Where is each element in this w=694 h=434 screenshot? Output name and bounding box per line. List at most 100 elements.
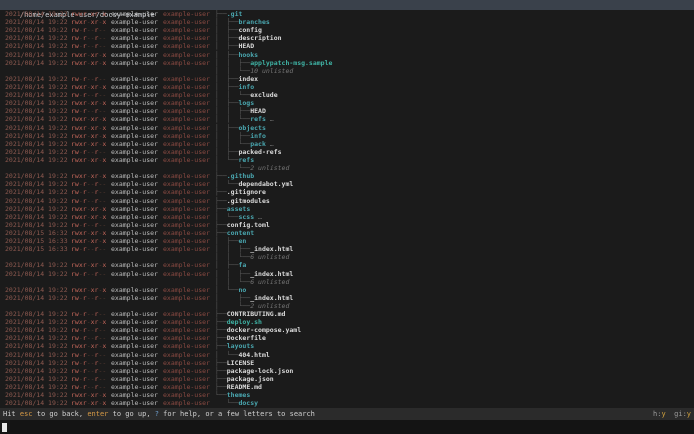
row-tree: │ │ └──exclude — [215, 91, 694, 99]
tree-row[interactable]: │ └──2 unlisted — [0, 302, 694, 310]
tree-row[interactable]: 2021/08/14 19:22 rwxr-xr-x example-user exa… — [0, 399, 694, 407]
row-group: example-user — [163, 18, 210, 27]
tree-row[interactable]: │ └──2 unlisted — [0, 164, 694, 172]
entry-name: pack — [250, 139, 266, 148]
row-group — [163, 67, 215, 75]
mode-flags: h:y gi:y — [653, 408, 691, 420]
tree-branch-lines: │ └── — [215, 212, 239, 221]
row-perms: rwxr-xr-x — [71, 399, 107, 408]
tree-row[interactable]: 2021/08/14 19:22 rwxr-xr-x example-user exa… — [0, 391, 694, 399]
row-datetime: 2021/08/14 19:22 — [5, 82, 68, 91]
row-perms: rw-r--r-- — [71, 358, 107, 367]
tree-row[interactable]: 2021/08/14 19:22 rw-r--r-- example-user exa… — [0, 188, 694, 196]
row-datetime: 2021/08/14 19:22 — [5, 220, 68, 229]
row-tree: │ ├──_index.html — [215, 294, 694, 302]
entry-name: .gitmodules — [226, 196, 270, 205]
tree-row[interactable]: 2021/08/14 19:22 rwxr-xr-x example-user exa… — [0, 286, 694, 294]
entry-name: hooks — [238, 50, 259, 59]
row-datetime: 2021/08/14 19:22 — [5, 26, 68, 35]
row-owner: example-user — [111, 204, 158, 213]
tree-row[interactable]: 2021/08/14 19:22 rw-r--r-- example-user exa… — [0, 375, 694, 383]
tree-row[interactable]: 2021/08/15 16:32 rwxr-xr-x example-user exa… — [0, 229, 694, 237]
hint-text: to go back, — [32, 410, 88, 418]
row-group: example-user — [163, 383, 210, 392]
row-group: example-user — [163, 310, 210, 319]
tree-row[interactable]: 2021/08/14 19:22 rwxr-xr-x example-user exa… — [0, 318, 694, 326]
tree-row[interactable]: │ │ └──6 unlisted — [0, 253, 694, 261]
tree-row[interactable]: 2021/08/14 19:22 rw-r--r-- example-user exa… — [0, 180, 694, 188]
row-owner: example-user — [111, 366, 158, 375]
tree-row[interactable]: 2021/08/14 19:22 rwxr-xr-x example-user exa… — [0, 156, 694, 164]
tree-branch-lines: │ ├── — [215, 237, 239, 246]
row-perms: rwxr-xr-x — [71, 285, 107, 294]
row-group: example-user — [163, 261, 210, 270]
entry-name: LICENSE — [226, 358, 255, 367]
tree-branch-lines: │ ├── — [215, 42, 239, 51]
tree-row[interactable]: 2021/08/14 19:22 rw-r--r-- example-user exa… — [0, 334, 694, 342]
tree-row[interactable]: 2021/08/14 19:22 rw-r--r-- example-user exa… — [0, 310, 694, 318]
tree-branch-lines: ├── — [215, 10, 227, 18]
tree-row[interactable]: 2021/08/14 19:22 rwxr-xr-x example-user exa… — [0, 124, 694, 132]
row-datetime: 2021/08/14 19:22 — [5, 196, 68, 205]
search-input[interactable] — [0, 420, 694, 434]
tree-row[interactable]: 2021/08/14 19:22 rw-r--r-- example-user exa… — [0, 34, 694, 42]
tree-row[interactable]: 2021/08/14 19:22 rwxr-xr-x example-user exa… — [0, 261, 694, 269]
tree-row[interactable]: │ │ └──6 unlisted — [0, 278, 694, 286]
row-datetime: 2021/08/14 19:22 — [5, 34, 68, 43]
row-perms: rw-r--r-- — [71, 366, 107, 375]
tree-row[interactable]: 2021/08/14 19:22 rwxr-xr-x example-user exa… — [0, 51, 694, 59]
row-datetime: 2021/08/14 19:22 — [5, 269, 68, 278]
tree-row[interactable]: 2021/08/14 19:22 rwxr-xr-x example-user exa… — [0, 83, 694, 91]
tree-row[interactable]: 2021/08/14 19:22 rwxr-xr-x example-user exa… — [0, 115, 694, 123]
row-group — [163, 253, 215, 261]
tree-branch-lines: ├── — [215, 228, 227, 237]
row-owner: example-user — [111, 237, 158, 246]
tree-row[interactable]: │ │ └──10 unlisted — [0, 67, 694, 75]
tree-row[interactable]: 2021/08/14 19:22 rw-r--r-- example-user exa… — [0, 270, 694, 278]
tree-row[interactable]: 2021/08/14 19:22 rw-r--r-- example-user exa… — [0, 26, 694, 34]
row-group: example-user — [163, 269, 210, 278]
tree-row[interactable]: 2021/08/14 19:22 rwxr-xr-x example-user exa… — [0, 10, 694, 18]
tree-row[interactable]: 2021/08/14 19:22 rw-r--r-- example-user exa… — [0, 383, 694, 391]
tree-row[interactable]: 2021/08/14 19:22 rwxr-xr-x example-user exa… — [0, 59, 694, 67]
tree-row[interactable]: 2021/08/14 19:22 rwxr-xr-x example-user exa… — [0, 205, 694, 213]
tree-row[interactable]: 2021/08/14 19:22 rw-r--r-- example-user exa… — [0, 359, 694, 367]
tree-row[interactable]: 2021/08/14 19:22 rw-r--r-- example-user exa… — [0, 367, 694, 375]
row-owner: example-user — [111, 34, 158, 43]
tree-row[interactable]: 2021/08/15 16:33 rwxr-xr-x example-user exa… — [0, 237, 694, 245]
tree-row[interactable]: 2021/08/14 19:22 rw-r--r-- example-user exa… — [0, 351, 694, 359]
tree-row[interactable]: 2021/08/14 19:22 rwxr-xr-x example-user exa… — [0, 140, 694, 148]
tree-row[interactable]: 2021/08/14 19:22 rw-r--r-- example-user exa… — [0, 221, 694, 229]
row-datetime: 2021/08/14 19:22 — [5, 139, 68, 148]
tree-row[interactable]: 2021/08/14 19:22 rw-r--r-- example-user exa… — [0, 326, 694, 334]
row-owner: example-user — [111, 293, 158, 302]
row-perms: rw-r--r-- — [71, 293, 107, 302]
row-group: example-user — [163, 399, 210, 408]
tree-row[interactable]: 2021/08/14 19:22 rw-r--r-- example-user exa… — [0, 107, 694, 115]
tree-row[interactable]: 2021/08/15 16:33 rw-r--r-- example-user exa… — [0, 245, 694, 253]
entry-name: _index.html — [250, 293, 294, 302]
row-perms — [71, 302, 111, 310]
tree-row[interactable]: 2021/08/14 19:22 rwxr-xr-x example-user exa… — [0, 342, 694, 350]
tree-row[interactable]: 2021/08/14 19:22 rwxr-xr-x example-user exa… — [0, 132, 694, 140]
row-owner: example-user — [111, 245, 158, 254]
tree-row[interactable]: 2021/08/14 19:22 rwxr-xr-x example-user exa… — [0, 18, 694, 26]
row-perms: rwxr-xr-x — [71, 204, 107, 213]
tree-row[interactable]: 2021/08/14 19:22 rw-r--r-- example-user exa… — [0, 197, 694, 205]
tree-branch-lines: ├── — [215, 220, 227, 229]
tree-row[interactable]: 2021/08/14 19:22 rw-r--r-- example-user exa… — [0, 91, 694, 99]
tree-row[interactable]: 2021/08/14 19:22 rwxr-xr-x example-user exa… — [0, 172, 694, 180]
row-perms: rw-r--r-- — [71, 26, 107, 35]
entry-name: .gitignore — [226, 188, 266, 197]
entry-name: content — [226, 228, 255, 237]
row-perms: rwxr-xr-x — [71, 82, 107, 91]
row-datetime: 2021/08/15 16:33 — [5, 237, 68, 246]
tree-branch-lines: └── — [215, 391, 227, 400]
tree-row[interactable]: 2021/08/14 19:22 rw-r--r-- example-user exa… — [0, 75, 694, 83]
tree-row[interactable]: 2021/08/14 19:22 rw-r--r-- example-user exa… — [0, 42, 694, 50]
row-group: example-user — [163, 196, 210, 205]
tree-row[interactable]: 2021/08/14 19:22 rwxr-xr-x example-user exa… — [0, 213, 694, 221]
tree-row[interactable]: 2021/08/14 19:22 rwxr-xr-x example-user exa… — [0, 99, 694, 107]
tree-row[interactable]: 2021/08/14 19:22 rw-r--r-- example-user exa… — [0, 294, 694, 302]
tree-row[interactable]: 2021/08/14 19:22 rw-r--r-- example-user exa… — [0, 148, 694, 156]
